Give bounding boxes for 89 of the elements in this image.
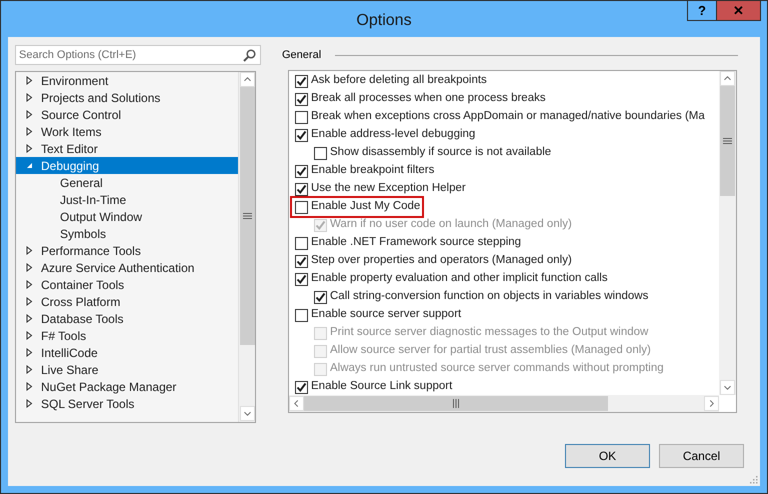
option-label: Use the new Exception Helper [311, 181, 466, 196]
checkbox[interactable] [295, 128, 308, 142]
expand-icon[interactable] [26, 280, 33, 289]
tree-item[interactable]: Just-In-Time [16, 191, 238, 208]
tree-item[interactable]: F# Tools [16, 327, 238, 344]
tree-item[interactable]: Container Tools [16, 276, 238, 293]
expand-icon[interactable] [26, 331, 33, 340]
checkbox[interactable] [295, 110, 308, 124]
tree-item[interactable]: Performance Tools [16, 242, 238, 259]
checkbox[interactable] [314, 290, 327, 304]
expand-icon[interactable] [26, 127, 33, 136]
expand-icon[interactable] [26, 297, 33, 306]
option-label: Enable source server support [311, 307, 462, 322]
scroll-up-icon[interactable] [240, 72, 254, 87]
checkbox[interactable] [295, 272, 308, 286]
expand-icon[interactable] [26, 110, 33, 119]
option-label: Enable address-level debugging [311, 127, 476, 142]
checkbox[interactable] [295, 200, 308, 214]
tree-item[interactable]: Text Editor [16, 140, 238, 157]
option-label: Step over properties and operators (Managed only) [311, 253, 572, 268]
vertical-scrollbar[interactable] [719, 71, 736, 395]
expand-icon[interactable] [26, 144, 33, 153]
expand-icon[interactable] [26, 314, 33, 323]
checkbox[interactable] [295, 308, 308, 322]
option-label: Enable Just My Code [311, 199, 420, 214]
tree-item[interactable]: Cross Platform [16, 293, 238, 310]
expand-icon[interactable] [26, 365, 33, 374]
scroll-left-icon[interactable] [289, 396, 304, 411]
tree-item[interactable]: Database Tools [16, 310, 238, 327]
tree-item[interactable]: Environment [16, 72, 238, 89]
scroll-up-icon[interactable] [720, 71, 735, 86]
checkbox[interactable] [295, 380, 308, 394]
option-label: Enable Source Link support [311, 379, 452, 394]
vertical-scrollbar[interactable] [238, 72, 255, 422]
expand-icon[interactable] [26, 399, 33, 408]
search-input[interactable]: Search Options (Ctrl+E) [19, 46, 243, 64]
resize-grip-icon[interactable] [750, 476, 758, 484]
option-label: Break when exceptions cross AppDomain or managed/native boundaries (Ma [311, 109, 705, 124]
scrollbar-thumb[interactable] [240, 87, 254, 345]
tree-item[interactable]: Azure Service Authentication [16, 259, 238, 276]
tree-item[interactable]: SQL Server Tools [16, 395, 238, 412]
option-label: Ask before deleting all breakpoints [311, 73, 487, 88]
expand-icon[interactable] [26, 93, 33, 102]
close-button[interactable]: ✕ [717, 1, 761, 21]
option-label: Show disassembly if source is not available [330, 145, 552, 160]
scrollbar-thumb[interactable] [720, 86, 735, 196]
option-label: Always run untrusted source server commands without prompting [330, 361, 664, 376]
tree-item[interactable]: General [16, 174, 238, 191]
expand-icon[interactable] [26, 348, 33, 357]
search-field[interactable]: Search Options (Ctrl+E) [15, 45, 261, 65]
checkbox[interactable] [295, 92, 308, 106]
checkbox[interactable] [295, 164, 308, 178]
tree-item[interactable]: Source Control [16, 106, 238, 123]
option-label: Break all processes when one process breaks [311, 91, 546, 106]
checkbox[interactable] [314, 146, 327, 160]
scroll-down-icon[interactable] [240, 406, 254, 421]
section-title: General [282, 48, 322, 63]
option-label: Enable property evaluation and other implicit function calls [311, 271, 608, 286]
tree-item[interactable]: IntelliCode [16, 344, 238, 361]
checkbox[interactable] [295, 254, 308, 268]
tree-item[interactable]: Debugging [16, 157, 238, 174]
tree-item[interactable]: Symbols [16, 225, 238, 242]
horizontal-scrollbar[interactable] [289, 395, 719, 412]
option-label: Enable .NET Framework source stepping [311, 235, 522, 250]
tree-item[interactable]: Work Items [16, 123, 238, 140]
tree-item[interactable]: Output Window [16, 208, 238, 225]
option-label: Allow source server for partial trust assemblies (Managed only) [330, 343, 651, 358]
expand-icon[interactable] [26, 76, 33, 85]
expand-icon[interactable] [26, 246, 33, 255]
search-icon [243, 48, 256, 62]
dialog-button[interactable]: OK [565, 444, 650, 468]
tree-item[interactable]: Live Share [16, 361, 238, 378]
collapse-icon[interactable] [26, 161, 33, 170]
scroll-down-icon[interactable] [720, 380, 735, 395]
option-label: Print source server diagnostic messages to the Output window [330, 325, 648, 340]
option-label: Warn if no user code on launch (Managed only) [330, 217, 572, 232]
dialog-button[interactable]: Cancel [659, 444, 744, 468]
tree-item[interactable]: NuGet Package Manager [16, 378, 238, 395]
checkbox[interactable] [295, 182, 308, 196]
expand-icon[interactable] [26, 382, 33, 391]
expand-icon[interactable] [26, 263, 33, 272]
option-label: Enable breakpoint filters [311, 163, 434, 178]
tree-item[interactable]: Projects and Solutions [16, 89, 238, 106]
option-label: Call string-conversion function on objects in variables windows [330, 289, 648, 304]
window-title: Options [356, 11, 412, 31]
checkbox[interactable] [295, 74, 308, 88]
scrollbar-thumb[interactable] [304, 396, 608, 411]
scroll-right-icon[interactable] [704, 396, 719, 411]
checkbox[interactable] [295, 236, 308, 250]
